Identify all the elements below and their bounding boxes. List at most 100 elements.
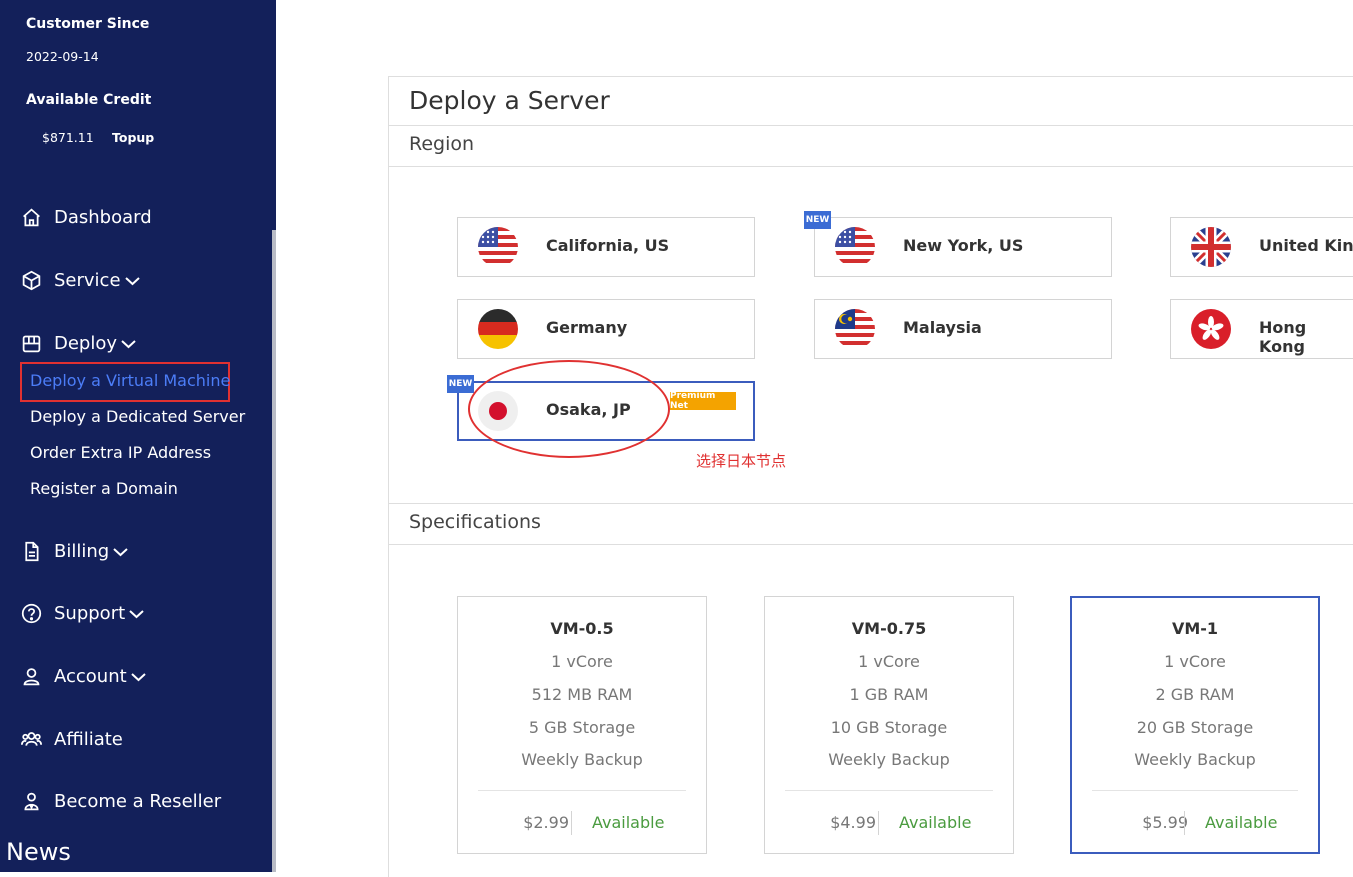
help-circle-icon (20, 602, 42, 624)
spec-storage: 20 GB Storage (1136, 718, 1254, 737)
divider (785, 790, 993, 791)
new-badge: NEW (447, 375, 474, 393)
box-icon (20, 269, 42, 291)
nav-dashboard-label: Dashboard (54, 206, 152, 228)
spec-cpu: 1 vCore (1164, 652, 1226, 671)
order-extra-ip-link[interactable]: Order Extra IP Address (30, 443, 211, 462)
region-card-osaka[interactable]: Osaka, JP (457, 381, 755, 441)
available-credit-label: Available Credit (26, 92, 152, 108)
region-name: Malaysia (903, 318, 982, 337)
spec-card-vm-0-75[interactable]: VM-0.75 1 vCore 1 GB RAM 10 GB Storage W… (764, 596, 1014, 854)
divider (878, 811, 879, 835)
nav-account-label: Account (54, 665, 127, 687)
deploy-icon (20, 332, 42, 354)
spec-price: $5.99 (1142, 813, 1188, 832)
topup-link[interactable]: Topup (112, 130, 154, 145)
spec-cpu: 1 vCore (858, 652, 920, 671)
spec-price: $4.99 (830, 813, 876, 832)
spec-name: VM-1 (1171, 619, 1219, 638)
chevron-down-icon (113, 541, 128, 562)
jp-flag-icon (478, 391, 518, 431)
my-flag-icon (835, 309, 875, 349)
divider (1184, 811, 1185, 835)
nav-reseller[interactable]: Become a Reseller (20, 790, 221, 812)
region-card-new-york[interactable]: New York, US (814, 217, 1112, 277)
region-card-malaysia[interactable]: Malaysia (814, 299, 1112, 359)
home-icon (20, 206, 42, 228)
nav-reseller-label: Become a Reseller (54, 790, 222, 812)
divider (1092, 790, 1298, 791)
deploy-dedicated-server-link[interactable]: Deploy a Dedicated Server (30, 407, 245, 426)
page-title: Deploy a Server (409, 86, 610, 115)
credit-amount: $871.11 (42, 130, 94, 145)
document-icon (20, 540, 42, 562)
spec-name: VM-0.5 (550, 619, 614, 638)
reseller-icon (20, 790, 42, 812)
divider (389, 544, 1353, 545)
spec-card-vm-0-5[interactable]: VM-0.5 1 vCore 512 MB RAM 5 GB Storage W… (457, 596, 707, 854)
users-icon (20, 728, 42, 750)
spec-status: Available (1205, 813, 1278, 832)
region-card-united-kingdom[interactable]: United Kingdom (1170, 217, 1353, 277)
region-name: Hong Kong (1259, 318, 1307, 356)
hk-flag-icon (1191, 309, 1231, 349)
customer-since-label: Customer Since (26, 16, 150, 32)
nav-deploy[interactable]: Deploy (20, 332, 136, 354)
nav-deploy-label: Deploy (54, 332, 118, 354)
nav-account[interactable]: Account (20, 665, 146, 687)
region-card-germany[interactable]: Germany (457, 299, 755, 359)
nav-dashboard[interactable]: Dashboard (20, 206, 152, 228)
spec-name: VM-0.75 (851, 619, 927, 638)
spec-section-title: Specifications (409, 511, 541, 533)
chevron-down-icon (131, 666, 146, 687)
divider (478, 790, 686, 791)
chevron-down-icon (121, 333, 136, 354)
spec-cpu: 1 vCore (551, 652, 613, 671)
customer-since-date: 2022-09-14 (26, 49, 99, 64)
news-heading: News (6, 838, 71, 866)
nav-billing-label: Billing (54, 540, 110, 562)
us-flag-icon (478, 227, 518, 267)
de-flag-icon (478, 309, 518, 349)
annotation-text: 选择日本节点 (696, 452, 787, 470)
premium-net-badge: Premium Net (670, 391, 736, 411)
spec-card-vm-1[interactable]: VM-1 1 vCore 2 GB RAM 20 GB Storage Week… (1070, 596, 1320, 854)
divider (571, 811, 572, 835)
nav-support[interactable]: Support (20, 602, 144, 624)
chevron-down-icon (129, 603, 144, 624)
region-card-california[interactable]: California, US (457, 217, 755, 277)
region-name: Osaka, JP (546, 400, 631, 419)
sidebar-scroll-track (272, 0, 276, 230)
spec-status: Available (899, 813, 972, 832)
spec-backup: Weekly Backup (828, 750, 950, 769)
sidebar: Customer Since 2022-09-14 Available Cred… (0, 0, 272, 872)
divider (389, 125, 1353, 126)
us-flag-icon (835, 227, 875, 267)
register-domain-link[interactable]: Register a Domain (30, 479, 178, 498)
divider (389, 503, 1353, 504)
nav-support-label: Support (54, 602, 126, 624)
deploy-virtual-machine-link[interactable]: Deploy a Virtual Machine (30, 371, 230, 390)
sidebar-scrollbar[interactable] (272, 230, 276, 872)
spec-status: Available (592, 813, 665, 832)
uk-flag-icon (1191, 227, 1231, 267)
nav-affiliate-label: Affiliate (54, 728, 123, 750)
region-section-title: Region (409, 133, 475, 155)
spec-ram: 512 MB RAM (531, 685, 633, 704)
spec-ram: 1 GB RAM (849, 685, 929, 704)
region-name: California, US (546, 236, 670, 255)
new-badge: NEW (804, 211, 831, 229)
user-icon (20, 665, 42, 687)
spec-ram: 2 GB RAM (1155, 685, 1235, 704)
divider (389, 166, 1353, 167)
region-name: New York, US (903, 236, 1024, 255)
spec-storage: 5 GB Storage (528, 718, 636, 737)
region-card-hong-kong[interactable]: Hong Kong (1170, 299, 1353, 359)
nav-affiliate[interactable]: Affiliate (20, 728, 123, 750)
nav-service[interactable]: Service (20, 269, 140, 291)
region-name: Germany (546, 318, 628, 337)
chevron-down-icon (124, 270, 140, 291)
region-name: United Kingdom (1259, 236, 1353, 255)
nav-billing[interactable]: Billing (20, 540, 128, 562)
nav-service-label: Service (54, 269, 121, 291)
